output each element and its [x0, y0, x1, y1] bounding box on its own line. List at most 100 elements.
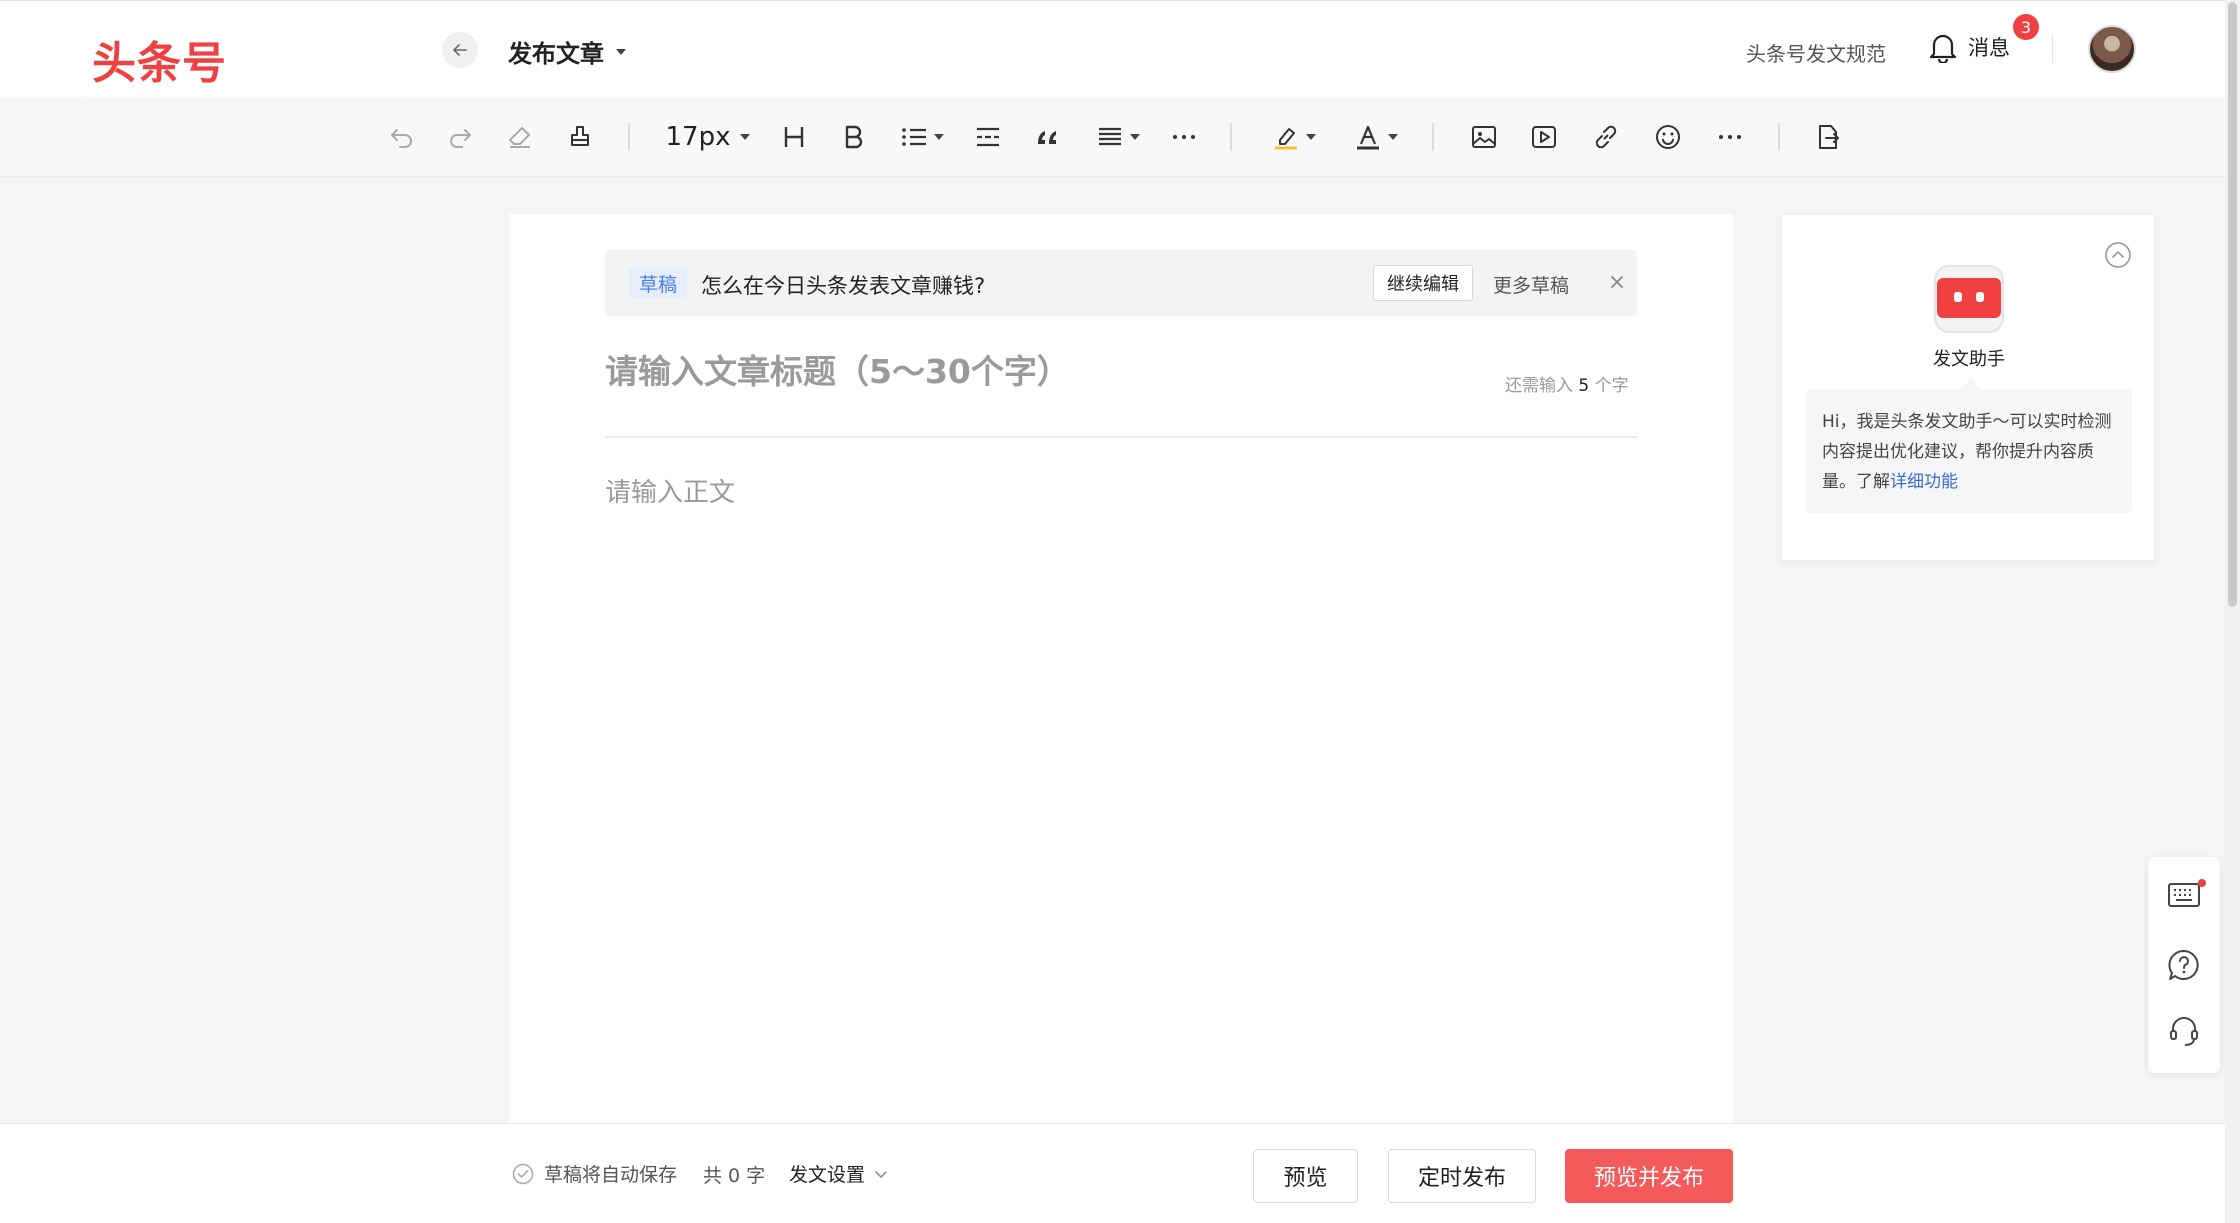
- bubble-pointer: [1961, 379, 1981, 389]
- toolbar-divider: [628, 123, 630, 151]
- insert-video-button[interactable]: [1526, 117, 1562, 157]
- import-document-button[interactable]: [1810, 117, 1846, 157]
- undo-icon: [391, 129, 412, 148]
- publish-settings-dropdown[interactable]: 发文设置: [789, 1160, 889, 1187]
- more-icon: [1719, 135, 1741, 139]
- messages-label: 消息: [1968, 36, 2010, 60]
- avatar[interactable]: [2088, 25, 2136, 73]
- align-icon: [1099, 127, 1121, 146]
- customer-service-icon[interactable]: [2166, 1013, 2202, 1049]
- chevron-down-icon: [1306, 134, 1316, 140]
- close-icon[interactable]: [1605, 270, 1629, 294]
- article-title-input[interactable]: [605, 352, 1465, 391]
- keyboard-icon[interactable]: [2166, 877, 2202, 913]
- scrollbar-thumb[interactable]: [2228, 2, 2237, 607]
- font-color-icon: [1357, 125, 1379, 150]
- detail-features-link[interactable]: 详细功能: [1890, 472, 1958, 492]
- chevron-down-icon: [616, 48, 626, 55]
- autosave-status: 草稿将自动保存: [512, 1160, 677, 1187]
- schedule-publish-button[interactable]: 定时发布: [1388, 1149, 1536, 1203]
- chevron-down-icon: [1388, 134, 1398, 140]
- continue-editing-button[interactable]: 继续编辑: [1373, 265, 1473, 301]
- toolbar-divider: [1432, 123, 1434, 151]
- highlight-icon: [1275, 128, 1297, 150]
- publishing-rules-link[interactable]: 头条号发文规范: [1746, 38, 1886, 67]
- more-insert-button[interactable]: [1712, 117, 1748, 157]
- redo-icon: [450, 129, 471, 148]
- clear-format-button[interactable]: [502, 117, 538, 157]
- divider-icon: [977, 127, 999, 147]
- page-title-dropdown[interactable]: 发布文章: [508, 34, 626, 69]
- heading-icon: [784, 127, 804, 147]
- redo-button[interactable]: [442, 117, 478, 157]
- quote-button[interactable]: [1030, 117, 1066, 157]
- quote-icon: [1038, 131, 1056, 144]
- back-button[interactable]: [442, 32, 478, 68]
- title-remaining-count: 还需输入 5 个字: [1505, 376, 1629, 396]
- toolbar-divider: [1778, 123, 1780, 151]
- article-body-input[interactable]: [605, 472, 1637, 992]
- undo-button[interactable]: [384, 117, 420, 157]
- help-icon[interactable]: [2166, 947, 2202, 983]
- assistant-intro: Hi，我是头条发文助手～可以实时检测内容提出优化建议，帮你提升内容质量。了解详细…: [1806, 379, 2132, 513]
- bold-icon: [845, 125, 863, 149]
- message-count-badge: 3: [2013, 14, 2039, 40]
- list-button[interactable]: [896, 117, 948, 157]
- page-title: 发布文章: [508, 40, 604, 68]
- header-divider: [2052, 35, 2053, 63]
- assistant-intro-text: Hi，我是头条发文助手～可以实时检测内容提出优化建议，帮你提升内容质量。了解: [1822, 412, 2112, 492]
- draft-tag: 草稿: [629, 268, 688, 298]
- chevron-down-icon: [875, 1170, 887, 1178]
- publish-bar: 草稿将自动保存 共 0 字 发文设置 预览 定时发布 预览并发布: [0, 1123, 2225, 1223]
- image-icon: [1472, 126, 1496, 148]
- link-icon: [1595, 125, 1617, 149]
- draft-title[interactable]: 怎么在今日头条发表文章赚钱?: [701, 270, 985, 300]
- preview-and-publish-button[interactable]: 预览并发布: [1565, 1149, 1733, 1203]
- eraser-icon: [509, 127, 530, 148]
- page-scrollbar[interactable]: [2225, 0, 2240, 1223]
- video-icon: [1532, 126, 1556, 148]
- format-painter-button[interactable]: [562, 117, 598, 157]
- font-color-button[interactable]: [1350, 117, 1402, 157]
- chevron-down-icon: [740, 134, 751, 140]
- preview-button[interactable]: 预览: [1253, 1149, 1358, 1203]
- more-drafts-link[interactable]: 更多草稿: [1493, 271, 1569, 298]
- emoji-icon: [1656, 125, 1680, 149]
- more-format-button[interactable]: [1166, 117, 1202, 157]
- logo[interactable]: 头条号: [92, 27, 227, 91]
- more-icon: [1173, 135, 1195, 139]
- chevron-down-icon: [1130, 134, 1140, 140]
- align-button[interactable]: [1092, 117, 1144, 157]
- notification-dot: [2198, 879, 2206, 887]
- import-doc-icon: [1819, 125, 1839, 149]
- autosave-label: 草稿将自动保存: [544, 1164, 678, 1186]
- format-painter-icon: [571, 126, 589, 146]
- chevron-up-icon[interactable]: [2104, 241, 2132, 269]
- divider-button[interactable]: [970, 117, 1006, 157]
- font-size-value: 17px: [665, 122, 731, 152]
- bold-button[interactable]: [836, 117, 872, 157]
- robot-icon: [1934, 265, 2004, 333]
- chevron-down-icon: [934, 134, 944, 140]
- assistant-name: 发文助手: [1933, 349, 2005, 370]
- insert-emoji-button[interactable]: [1650, 117, 1686, 157]
- highlight-button[interactable]: [1268, 117, 1320, 157]
- insert-link-button[interactable]: [1588, 117, 1624, 157]
- publish-settings-label: 发文设置: [789, 1164, 866, 1186]
- top-header: 头条号 发布文章 头条号发文规范 消息 3: [0, 0, 2240, 97]
- writing-assistant-panel: 发文助手 Hi，我是头条发文助手～可以实时检测内容提出优化建议，帮你提升内容质量…: [1781, 214, 2155, 561]
- font-size-select[interactable]: 17px: [660, 117, 756, 157]
- word-count: 共 0 字: [703, 1165, 766, 1187]
- list-icon: [902, 128, 926, 146]
- heading-button[interactable]: [776, 117, 812, 157]
- draft-notice-bar: 草稿 怎么在今日头条发表文章赚钱? 继续编辑 更多草稿: [605, 250, 1637, 316]
- remaining-number: 5: [1578, 376, 1590, 396]
- bell-icon: [1929, 34, 1957, 63]
- messages-button[interactable]: 消息: [1928, 31, 2010, 63]
- title-divider: [605, 436, 1637, 438]
- insert-image-button[interactable]: [1466, 117, 1502, 157]
- toolbar-divider: [1230, 123, 1232, 151]
- arrow-left-icon: [453, 44, 467, 56]
- article-editor: 草稿 怎么在今日头条发表文章赚钱? 继续编辑 更多草稿 还需输入 5 个字: [509, 214, 1733, 1124]
- editor-toolbar: 17px: [0, 97, 2225, 177]
